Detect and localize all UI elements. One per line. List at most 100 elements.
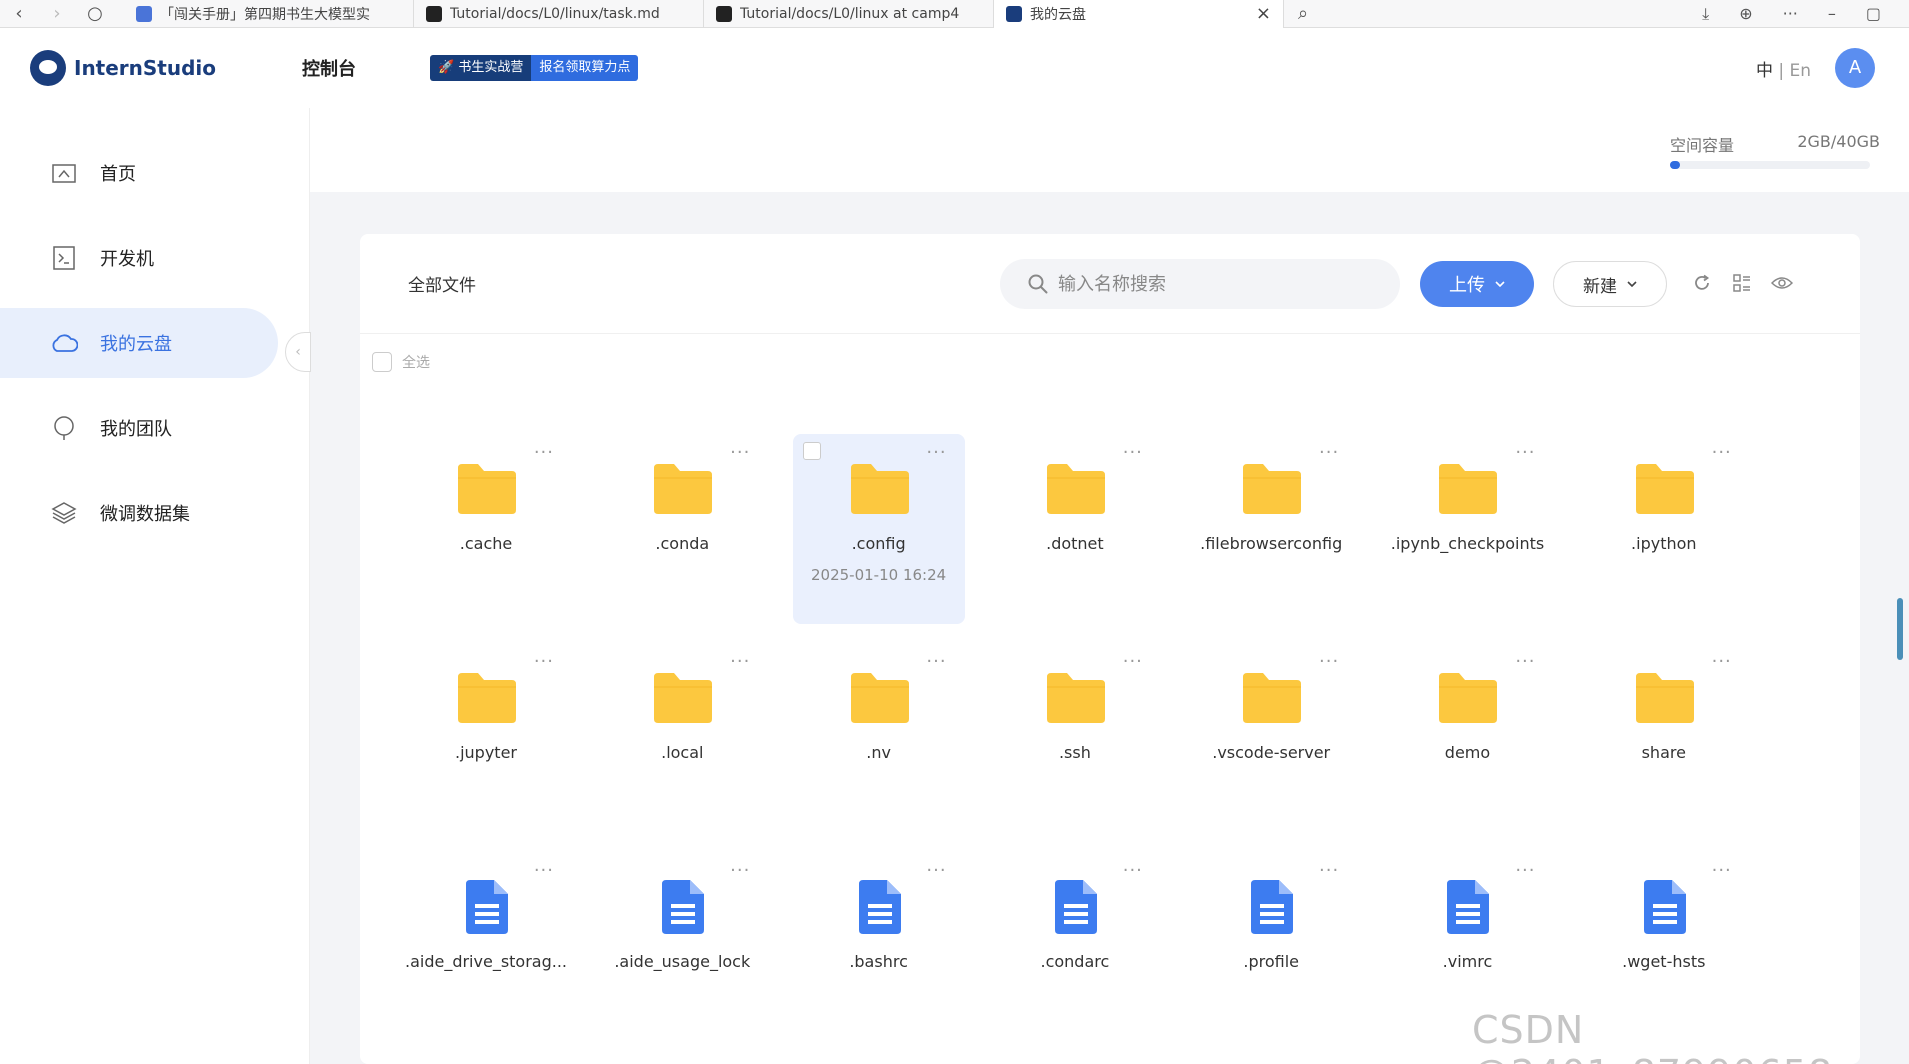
- more-options-icon[interactable]: ···: [1123, 442, 1143, 463]
- folder-item[interactable]: ··· .ipynb_checkpoints: [1381, 434, 1553, 624]
- avatar[interactable]: A: [1835, 48, 1875, 88]
- browser-tab[interactable]: Tutorial/docs/L0/linux at camp4: [704, 0, 994, 28]
- file-item[interactable]: ··· .bashrc: [793, 852, 965, 1042]
- item-name: .vimrc: [1442, 952, 1493, 971]
- more-options-icon[interactable]: ···: [1319, 442, 1339, 463]
- lang-zh[interactable]: 中: [1756, 61, 1773, 81]
- browser-tab[interactable]: Tutorial/docs/L0/linux/task.md: [414, 0, 704, 28]
- more-options-icon[interactable]: ···: [1712, 860, 1732, 881]
- folder-item[interactable]: ··· .ipython: [1578, 434, 1750, 624]
- sidebar-item-label: 开发机: [100, 249, 154, 270]
- more-options-icon[interactable]: ···: [1515, 651, 1535, 672]
- chevron-down-icon: [1627, 281, 1637, 287]
- grid-view-icon[interactable]: [1730, 271, 1754, 295]
- more-options-icon[interactable]: ···: [1515, 442, 1535, 463]
- page-scrollbar[interactable]: [1897, 598, 1903, 660]
- search-input[interactable]: [1058, 273, 1358, 295]
- more-options-icon[interactable]: ···: [730, 860, 750, 881]
- sidebar: 首页开发机我的云盘我的团队微调数据集: [0, 108, 310, 1064]
- item-name: .ssh: [1058, 743, 1091, 762]
- folder-item[interactable]: ··· .vscode-server: [1185, 643, 1357, 833]
- folder-item[interactable]: ··· .cache: [400, 434, 572, 624]
- more-options-icon[interactable]: ···: [1123, 651, 1143, 672]
- tab-close-icon[interactable]: ×: [1246, 3, 1271, 24]
- eye-icon[interactable]: [1770, 271, 1794, 295]
- more-options-icon[interactable]: ···: [534, 651, 554, 672]
- item-name: .config: [851, 534, 906, 553]
- console-title[interactable]: 控制台: [302, 55, 356, 81]
- logo-icon: [30, 50, 66, 86]
- folder-item[interactable]: ··· .nv: [793, 643, 965, 833]
- folder-item[interactable]: ··· share: [1578, 643, 1750, 833]
- file-item[interactable]: ··· .aide_usage_lock: [596, 852, 768, 1042]
- folder-item[interactable]: ··· .jupyter: [400, 643, 572, 833]
- restore-button[interactable]: ▢: [1866, 4, 1881, 24]
- search-box[interactable]: [1000, 259, 1400, 309]
- sidebar-item[interactable]: 首页: [0, 138, 278, 208]
- more-options-icon[interactable]: ···: [534, 442, 554, 463]
- sidebar-item[interactable]: 我的云盘: [0, 308, 278, 378]
- minimize-button[interactable]: –: [1828, 4, 1836, 24]
- folder-item[interactable]: ··· .ssh: [989, 643, 1161, 833]
- sidebar-item[interactable]: 我的团队: [0, 393, 278, 463]
- more-options-icon[interactable]: ···: [926, 442, 946, 463]
- file-item[interactable]: ··· .profile: [1185, 852, 1357, 1042]
- more-options-icon[interactable]: ···: [1712, 442, 1732, 463]
- tab-favicon-icon: [426, 5, 442, 22]
- folder-icon: [849, 671, 911, 725]
- folder-item[interactable]: ··· demo: [1381, 643, 1553, 833]
- sidebar-item[interactable]: 微调数据集: [0, 478, 278, 548]
- lang-en[interactable]: En: [1789, 61, 1811, 81]
- item-name: .vscode-server: [1212, 743, 1331, 762]
- browser-menu-icon[interactable]: ···: [1783, 4, 1798, 24]
- more-options-icon[interactable]: ···: [730, 651, 750, 672]
- globe-icon[interactable]: ⊕: [1739, 4, 1752, 24]
- folder-item[interactable]: ··· .config 2025-01-10 16:24: [792, 434, 965, 624]
- logo[interactable]: InternStudio: [30, 50, 216, 86]
- more-options-icon[interactable]: ···: [534, 860, 554, 881]
- more-options-icon[interactable]: ···: [1515, 860, 1535, 881]
- new-button[interactable]: 新建: [1553, 261, 1667, 307]
- download-icon[interactable]: ⤓: [1702, 4, 1709, 24]
- item-name: demo: [1444, 743, 1491, 762]
- more-options-icon[interactable]: ···: [1319, 651, 1339, 672]
- file-item[interactable]: ··· .condarc: [989, 852, 1161, 1042]
- more-options-icon[interactable]: ···: [1123, 860, 1143, 881]
- folder-item[interactable]: ··· .conda: [596, 434, 768, 624]
- reload-button[interactable]: ○: [76, 3, 114, 24]
- select-all-checkbox[interactable]: [372, 352, 392, 372]
- select-all[interactable]: 全选: [372, 352, 430, 372]
- upload-button[interactable]: 上传: [1420, 261, 1534, 307]
- more-options-icon[interactable]: ···: [1712, 651, 1732, 672]
- promo-banner[interactable]: 🚀 书生实战营 报名领取算力点: [430, 55, 639, 81]
- folder-item[interactable]: ··· .filebrowserconfig: [1185, 434, 1357, 624]
- back-button[interactable]: ‹: [0, 3, 38, 24]
- refresh-icon[interactable]: [1690, 271, 1714, 295]
- more-options-icon[interactable]: ···: [730, 442, 750, 463]
- sidebar-item[interactable]: 开发机: [0, 223, 278, 293]
- language-switch[interactable]: 中 | En: [1756, 56, 1811, 81]
- sidebar-item-label: 首页: [100, 164, 136, 185]
- folder-item[interactable]: ··· .local: [596, 643, 768, 833]
- breadcrumb[interactable]: 全部文件: [408, 271, 476, 296]
- more-options-icon[interactable]: ···: [926, 651, 946, 672]
- forward-button[interactable]: ›: [38, 3, 76, 24]
- browser-tab[interactable]: 我的云盘 ×: [994, 0, 1284, 28]
- file-icon: [1251, 880, 1313, 934]
- tab-search-button[interactable]: ⌕: [1284, 3, 1322, 24]
- browser-tab[interactable]: 「闯关手册」第四期书生大模型实: [124, 0, 414, 28]
- more-options-icon[interactable]: ···: [1319, 860, 1339, 881]
- item-name: .conda: [655, 534, 710, 553]
- search-icon: [1028, 274, 1048, 294]
- storage-progress-fill: [1670, 161, 1680, 169]
- file-toolbar: 全部文件 上传 新建: [360, 234, 1860, 334]
- file-item[interactable]: ··· .aide_drive_storag...: [400, 852, 572, 1042]
- folder-icon: [1045, 671, 1107, 725]
- item-name: .dotnet: [1046, 534, 1104, 553]
- item-name: .aide_drive_storag...: [404, 952, 568, 971]
- more-options-icon[interactable]: ···: [926, 860, 946, 881]
- folder-item[interactable]: ··· .dotnet: [989, 434, 1161, 624]
- file-icon: [1643, 880, 1706, 934]
- item-checkbox[interactable]: [802, 442, 821, 460]
- cloud-icon: [50, 329, 78, 357]
